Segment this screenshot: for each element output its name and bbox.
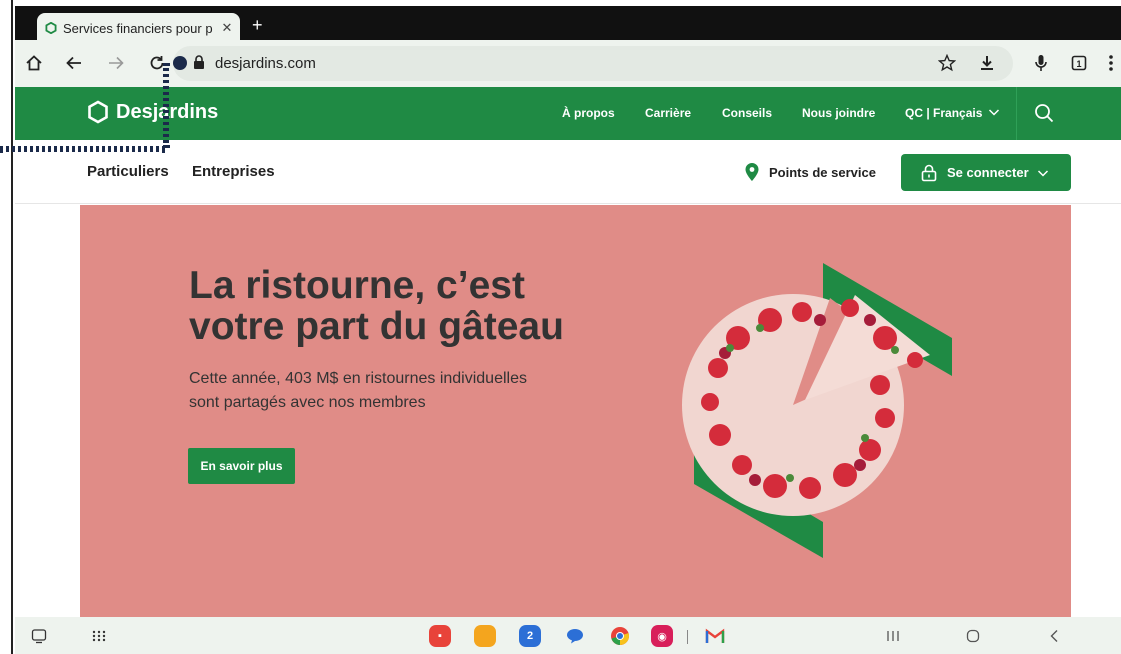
nav-link-carriere[interactable]: Carrière — [645, 106, 691, 120]
tab-switcher-icon[interactable]: 1 — [1068, 52, 1090, 74]
new-tab-icon[interactable]: + — [252, 16, 263, 34]
browser-toolbar: desjardins.com 1 — [15, 40, 1121, 87]
chevron-down-icon — [1037, 169, 1048, 177]
screen: Services financiers pour p ✕ + desjardin… — [0, 0, 1121, 654]
home-button-icon[interactable] — [961, 624, 985, 648]
calendar-day-number: 2 — [526, 630, 534, 642]
calendar-app-icon[interactable]: 2 — [518, 624, 542, 648]
desjardins-favicon-icon — [45, 22, 57, 34]
nav-link-conseils[interactable]: Conseils — [722, 106, 772, 120]
hero-subtitle-line-2: sont partagés avec nos membres — [189, 394, 426, 411]
nav-divider — [1016, 87, 1017, 140]
secondary-nav: Particuliers Entreprises Points de servi… — [15, 140, 1121, 204]
segment-particuliers[interactable]: Particuliers — [87, 163, 169, 180]
tab-strip: Services financiers pour p ✕ + — [15, 6, 1121, 43]
url-text[interactable]: desjardins.com — [215, 55, 316, 72]
hero-title-line-2: votre part du gâteau — [189, 305, 564, 348]
close-tab-icon[interactable]: ✕ — [218, 20, 236, 36]
svg-text:1: 1 — [1076, 59, 1081, 69]
gmail-app-icon[interactable] — [703, 624, 727, 648]
browser-tab[interactable]: Services financiers pour p ✕ — [37, 13, 240, 43]
taskbar-divider — [687, 630, 688, 644]
notes-app-icon[interactable]: ▪ — [428, 624, 452, 648]
files-app-icon[interactable] — [473, 624, 497, 648]
cake-illustration — [682, 263, 952, 558]
search-icon[interactable] — [1034, 103, 1054, 128]
messages-app-icon[interactable] — [563, 624, 587, 648]
site-header: Desjardins À propos Carrière Conseils No… — [15, 87, 1121, 140]
microphone-icon[interactable] — [1030, 52, 1052, 74]
lock-icon[interactable] — [193, 55, 205, 75]
location-pin-icon — [745, 163, 759, 181]
camera-app-icon[interactable]: ◉ — [650, 624, 674, 648]
menu-more-icon[interactable] — [1100, 52, 1121, 74]
hero-subtitle-line-1: Cette année, 403 M$ en ristournes indivi… — [189, 370, 527, 387]
se-connecter-button[interactable]: Se connecter — [901, 154, 1071, 191]
chevron-down-icon[interactable] — [988, 105, 1000, 123]
annotation-line-vertical — [163, 63, 169, 148]
points-de-service-label: Points de service — [769, 164, 876, 180]
desjardins-hex-logo-icon — [88, 100, 108, 124]
hero-subtitle: Cette année, 403 M$ en ristournes indivi… — [189, 367, 569, 415]
points-de-service-link[interactable]: Points de service — [744, 162, 876, 182]
nav-link-a-propos[interactable]: À propos — [562, 106, 615, 120]
padlock-icon — [921, 164, 937, 181]
annotation-line-horizontal — [0, 146, 165, 152]
segment-entreprises[interactable]: Entreprises — [192, 163, 275, 180]
recent-apps-icon[interactable] — [881, 624, 905, 648]
hero-title: La ristourne, c’est votre part du gâteau — [189, 265, 629, 347]
hero-title-line-1: La ristourne, c’est — [189, 264, 525, 307]
nav-language-select[interactable]: QC | Français — [905, 106, 982, 120]
nav-link-nous-joindre[interactable]: Nous joindre — [802, 106, 875, 120]
back-button-icon[interactable] — [1042, 624, 1066, 648]
app-grid-icon[interactable] — [87, 624, 111, 648]
screen-share-icon[interactable] — [27, 624, 51, 648]
system-taskbar: ▪ 2 ◉ — [15, 617, 1121, 654]
forward-icon[interactable] — [105, 52, 127, 74]
se-connecter-label: Se connecter — [947, 165, 1029, 180]
home-icon[interactable] — [23, 52, 45, 74]
en-savoir-plus-button[interactable]: En savoir plus — [188, 448, 295, 484]
chrome-app-icon[interactable] — [608, 624, 632, 648]
bookmark-star-icon[interactable] — [936, 52, 958, 74]
download-icon[interactable] — [976, 52, 998, 74]
screen-bezel — [0, 0, 13, 654]
back-icon[interactable] — [63, 52, 85, 74]
cursor-dot — [173, 56, 187, 70]
tab-title: Services financiers pour p — [63, 20, 213, 36]
hero-banner: La ristourne, c’est votre part du gâteau… — [80, 205, 1071, 617]
desjardins-logo[interactable]: Desjardins — [87, 100, 218, 124]
